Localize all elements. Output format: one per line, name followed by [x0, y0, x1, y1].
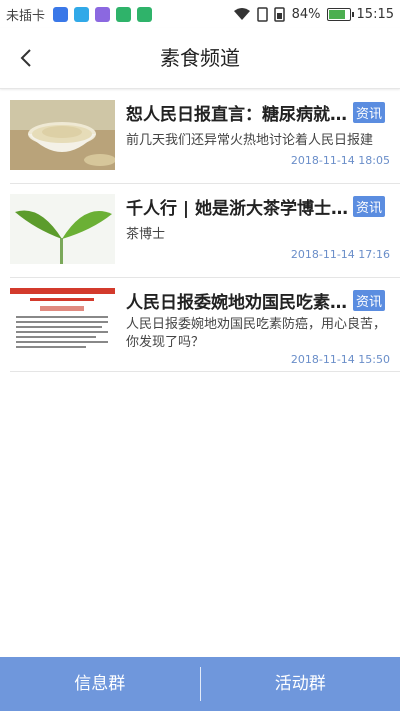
video-thumbnail	[10, 194, 115, 264]
article-date: 2018-11-14 17:16	[290, 248, 390, 261]
status-bar: 未插卡 84% 15:15	[0, 0, 400, 28]
bottom-tab-bar: 信息群 活动群	[0, 657, 400, 711]
article-title: 人民日报委婉地劝国民吃素…	[126, 293, 347, 313]
article-summary: 茶博士	[126, 227, 166, 242]
notification-icons	[53, 6, 153, 22]
tab-activity-group[interactable]: 活动群	[201, 657, 400, 711]
sim-icon	[256, 6, 268, 22]
wechat-icon-2	[137, 6, 153, 22]
document-thumbnail	[10, 288, 115, 358]
tab-info-group[interactable]: 信息群	[0, 657, 200, 711]
clock: 15:15	[356, 6, 394, 22]
article-title: 千人行 | 她是浙大茶学博士…	[126, 199, 349, 219]
app-icon-2	[74, 6, 90, 22]
wifi-icon	[233, 8, 250, 20]
article-list: 恕人民日报直言：糖尿病就… 资讯 前几天我们还异常火热地讨论着人民日报建 201…	[0, 90, 400, 372]
page-title: 素食频道	[160, 46, 240, 70]
list-item[interactable]: 人民日报委婉地劝国民吃素… 资讯 人民日报委婉地劝国民吃素防癌，用心良苦，你发现…	[10, 278, 400, 372]
category-tag: 资讯	[353, 102, 386, 123]
app-header: 素食频道	[0, 28, 400, 89]
article-date: 2018-11-14 18:05	[290, 154, 390, 167]
list-item[interactable]: 恕人民日报直言：糖尿病就… 资讯 前几天我们还异常火热地讨论着人民日报建 201…	[10, 90, 400, 184]
article-date: 2018-11-14 15:50	[290, 353, 390, 366]
carrier-text: 未插卡	[6, 8, 46, 24]
article-title: 恕人民日报直言：糖尿病就…	[126, 105, 347, 125]
signal-icon	[273, 6, 285, 22]
rice-thumbnail	[10, 100, 115, 170]
app-icon-3	[95, 6, 111, 22]
list-item[interactable]: 千人行 | 她是浙大茶学博士… 资讯 茶博士 2018-11-14 17:16	[10, 184, 400, 345]
article-summary: 前几天我们还异常火热地讨论着人民日报建	[126, 133, 374, 148]
tab-divider	[199, 667, 201, 701]
wechat-icon	[116, 6, 132, 22]
category-tag: 资讯	[353, 290, 386, 311]
article-summary: 人民日报委婉地劝国民吃素防癌，用心良苦，你发现了吗？	[126, 317, 387, 350]
battery-icon	[326, 7, 354, 21]
battery-percent: 84%	[291, 6, 321, 22]
app-icon-1	[53, 6, 69, 22]
category-tag: 资讯	[353, 196, 386, 217]
